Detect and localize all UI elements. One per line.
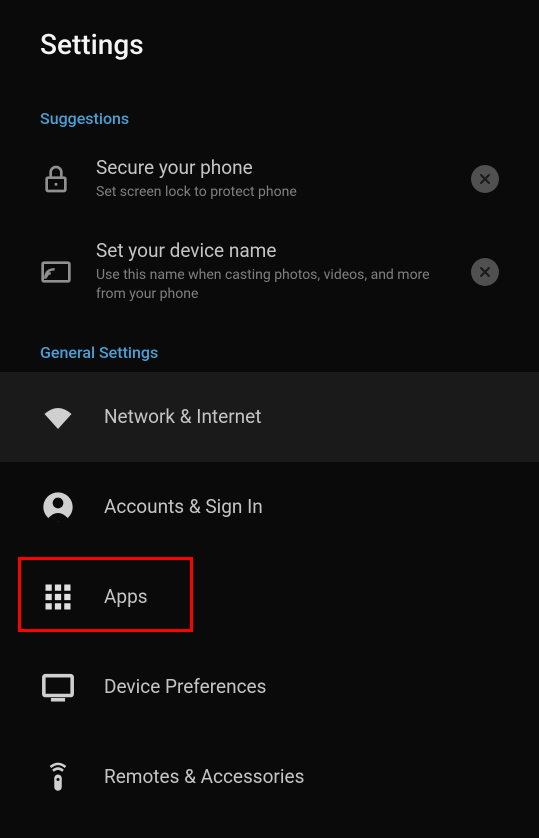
dismiss-button[interactable] — [471, 258, 499, 286]
settings-label: Network & Internet — [104, 405, 261, 428]
settings-item-accounts[interactable]: Accounts & Sign In — [0, 462, 539, 552]
close-icon — [477, 171, 493, 187]
suggestion-title: Set your device name — [96, 239, 455, 262]
suggestion-device-name[interactable]: Set your device name Use this name when … — [0, 221, 539, 323]
suggestions-section-header: Suggestions — [0, 89, 539, 138]
close-icon — [477, 264, 493, 280]
suggestion-subtitle: Set screen lock to protect phone — [96, 183, 455, 203]
cast-icon — [40, 256, 72, 288]
settings-item-device-prefs[interactable]: Device Preferences — [0, 642, 539, 732]
dismiss-button[interactable] — [471, 165, 499, 193]
suggestion-secure-phone[interactable]: Secure your phone Set screen lock to pro… — [0, 138, 539, 221]
suggestion-subtitle: Use this name when casting photos, video… — [96, 266, 455, 305]
settings-item-network[interactable]: Network & Internet — [0, 372, 539, 462]
lock-icon — [40, 163, 72, 195]
settings-label: Accounts & Sign In — [104, 495, 263, 518]
remote-icon — [40, 759, 76, 795]
general-section-header: General Settings — [0, 323, 539, 372]
page-header: Settings — [0, 0, 539, 89]
suggestion-content: Secure your phone Set screen lock to pro… — [96, 156, 455, 203]
suggestion-content: Set your device name Use this name when … — [96, 239, 455, 305]
monitor-icon — [40, 669, 76, 705]
page-title: Settings — [40, 28, 499, 61]
wifi-icon — [40, 399, 76, 435]
settings-item-remotes[interactable]: Remotes & Accessories — [0, 732, 539, 822]
settings-label: Device Preferences — [104, 675, 266, 698]
settings-label: Remotes & Accessories — [104, 765, 304, 788]
apps-grid-icon — [40, 579, 76, 615]
account-icon — [40, 489, 76, 525]
suggestion-title: Secure your phone — [96, 156, 455, 179]
settings-label: Apps — [104, 585, 148, 608]
settings-item-apps[interactable]: Apps — [0, 552, 539, 642]
